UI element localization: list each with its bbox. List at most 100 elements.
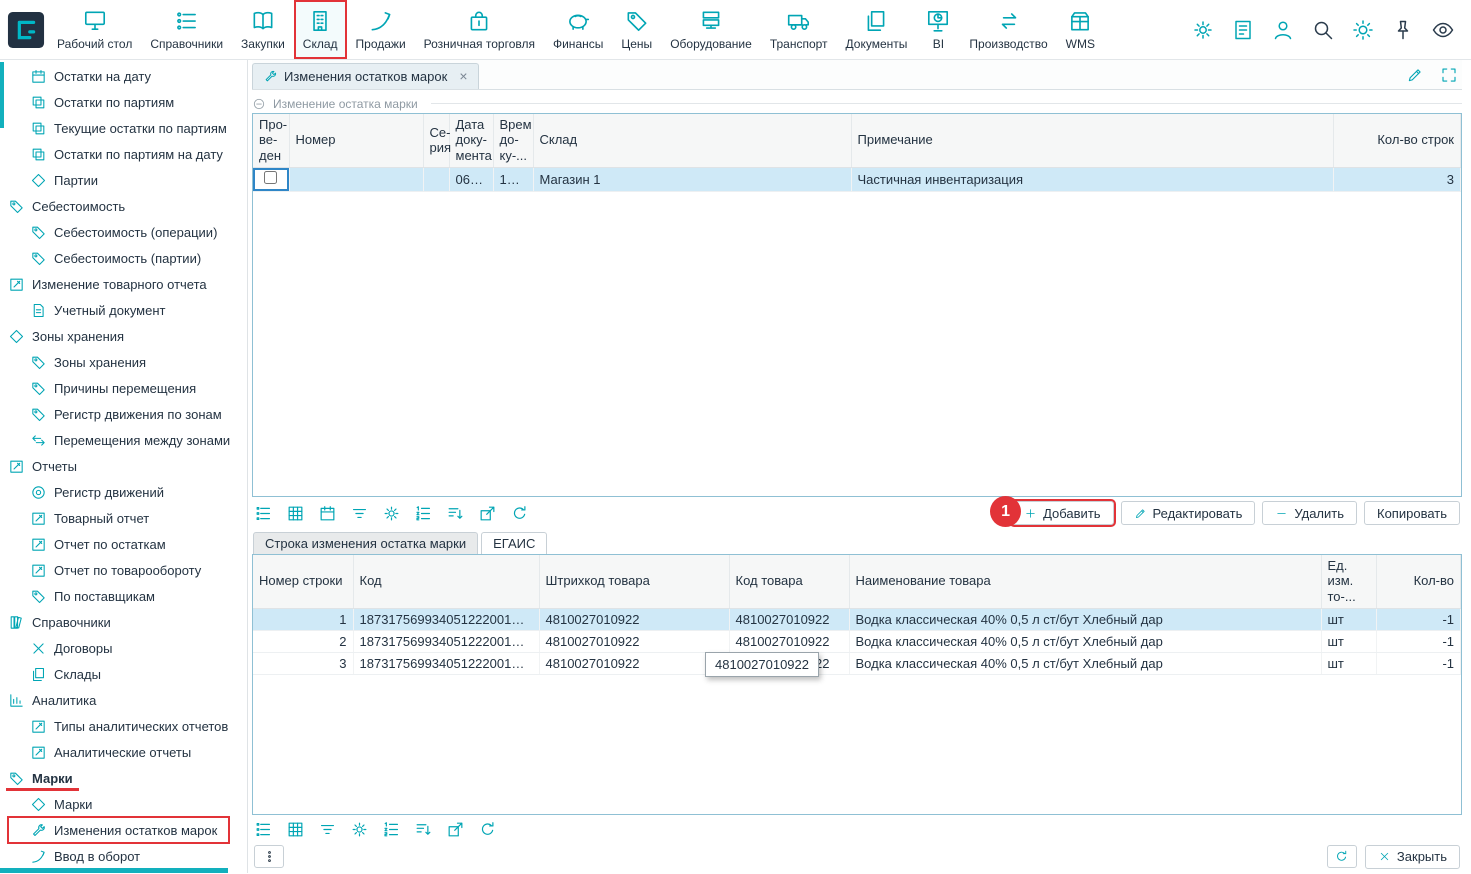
col-header-kolvo-strok[interactable]: Кол-во строк <box>1333 114 1461 167</box>
col-header-naimenovanie[interactable]: Наименование товара <box>849 555 1321 608</box>
numlist-icon[interactable] <box>382 820 401 839</box>
sidebar-item[interactable]: Изменения остатков марок <box>8 817 229 843</box>
sidebar-item[interactable]: Аналитика <box>8 687 247 713</box>
sidebar-item[interactable]: Договоры <box>8 635 247 661</box>
col-header-vremya[interactable]: Врем до- ку-... <box>493 114 533 167</box>
sidebar-item[interactable]: Текущие остатки по партиям <box>8 115 247 141</box>
sidebar-item[interactable]: Отчет по товарообороту <box>8 557 247 583</box>
sidebar-item[interactable]: Себестоимость (операции) <box>8 219 247 245</box>
refresh-icon[interactable] <box>478 820 497 839</box>
more-actions-button[interactable] <box>254 845 284 868</box>
topbar-item[interactable]: Склад <box>294 0 347 59</box>
col-header-ed-izm[interactable]: Ед. изм. то-... <box>1321 555 1376 608</box>
edit-button[interactable]: Редактировать <box>1121 501 1256 525</box>
delete-button[interactable]: Удалить <box>1262 501 1357 525</box>
topbar-item[interactable]: Рабочий стол <box>48 0 141 59</box>
sidebar-item[interactable]: Зоны хранения <box>8 323 247 349</box>
filter-icon[interactable] <box>350 504 369 523</box>
sidebar-item[interactable]: Ввод в оборот <box>8 843 247 869</box>
tab-stroka-izmeneniya[interactable]: Строка изменения остатка марки <box>253 532 478 554</box>
topbar-item[interactable]: Закупки <box>232 0 294 59</box>
topbar-item[interactable]: Справочники <box>141 0 232 59</box>
sidebar-item[interactable]: Марки <box>8 765 79 791</box>
export-icon[interactable] <box>478 504 497 523</box>
refresh-button[interactable] <box>1327 845 1357 868</box>
sidebar-item[interactable]: Марки <box>8 791 247 817</box>
gear-icon[interactable] <box>382 504 401 523</box>
sidebar-item[interactable]: Себестоимость (партии) <box>8 245 247 271</box>
pin-icon[interactable] <box>1391 18 1415 42</box>
app-logo[interactable] <box>4 0 48 59</box>
grid-icon[interactable] <box>286 504 305 523</box>
topbar-item[interactable]: BI <box>916 0 960 59</box>
line-row[interactable]: 2 187317569934051222001SBAV... 481002701… <box>253 630 1461 652</box>
fullscreen-icon[interactable] <box>1440 66 1458 84</box>
sidebar-item[interactable]: Учетный документ <box>8 297 247 323</box>
copy-button[interactable]: Копировать <box>1364 501 1460 525</box>
sidebar-item[interactable]: Остатки по партиям на дату <box>8 141 247 167</box>
gear-icon[interactable] <box>1191 18 1215 42</box>
tab-izmeneniya-ostatkov-marok[interactable]: Изменения остатков марок × <box>252 63 479 89</box>
col-header-kolvo[interactable]: Кол-во <box>1376 555 1461 608</box>
sidebar-item[interactable]: Аналитические отчеты <box>8 739 247 765</box>
note-icon[interactable] <box>1231 18 1255 42</box>
sidebar-item[interactable]: Причины перемещения <box>8 375 247 401</box>
sidebar-item[interactable]: Перемещения между зонами <box>8 427 247 453</box>
close-button[interactable]: Закрыть <box>1365 845 1460 869</box>
topbar-item[interactable]: Цены <box>612 0 661 59</box>
gear-icon[interactable] <box>350 820 369 839</box>
topbar-item[interactable]: Финансы <box>544 0 612 59</box>
sidebar-item[interactable]: Регистр движения по зонам <box>8 401 247 427</box>
tab-egais[interactable]: ЕГАИС <box>481 532 547 554</box>
col-header-kod-tovara[interactable]: Код товара <box>729 555 849 608</box>
topbar-item[interactable]: Транспорт <box>761 0 837 59</box>
viewlist-icon[interactable] <box>254 504 273 523</box>
search-icon[interactable] <box>1311 18 1335 42</box>
collapse-icon[interactable] <box>252 97 266 111</box>
line-row[interactable]: 1 187317569934051222001SBAV... 481002701… <box>253 608 1461 630</box>
col-header-sklad[interactable]: Склад <box>533 114 851 167</box>
document-row[interactable]: 06.12.24 12:00 Магазин 1 Частичная инвен… <box>253 167 1461 191</box>
sidebar-item[interactable]: По поставщикам <box>8 583 247 609</box>
col-header-shtrihkod[interactable]: Штрихкод товара <box>539 555 729 608</box>
col-header-proveden[interactable]: Про- ве- ден <box>253 114 289 167</box>
topbar-item[interactable]: WMS <box>1057 0 1104 59</box>
filter-icon[interactable] <box>318 820 337 839</box>
sidebar-item[interactable]: Изменение товарного отчета <box>8 271 247 297</box>
refresh-icon[interactable] <box>510 504 529 523</box>
sidebar-item[interactable]: Товарный отчет <box>8 505 247 531</box>
add-button[interactable]: 1 Добавить <box>1011 501 1113 525</box>
proveden-checkbox[interactable] <box>264 171 277 184</box>
sidebar-item[interactable]: Себестоимость <box>8 193 247 219</box>
sidebar-item[interactable]: Отчет по остаткам <box>8 531 247 557</box>
sun-icon[interactable] <box>1351 18 1375 42</box>
edit-mode-icon[interactable] <box>1406 66 1424 84</box>
sidebar-item[interactable]: Типы аналитических отчетов <box>8 713 247 739</box>
grid-icon[interactable] <box>286 820 305 839</box>
topbar-item[interactable]: Документы <box>837 0 917 59</box>
sidebar-item[interactable]: Остатки по партиям <box>8 89 247 115</box>
col-header-nomer[interactable]: Номер <box>289 114 423 167</box>
sidebar-item[interactable]: Зоны хранения <box>8 349 247 375</box>
viewlist-icon[interactable] <box>254 820 273 839</box>
sidebar-item[interactable]: Справочники <box>8 609 247 635</box>
eye-icon[interactable] <box>1431 18 1455 42</box>
sidebar-item[interactable]: Остатки на дату <box>8 63 247 89</box>
sortlines-icon[interactable] <box>446 504 465 523</box>
sidebar-item[interactable]: Склады <box>8 661 247 687</box>
col-header-seriya[interactable]: Се- рия <box>423 114 449 167</box>
topbar-item[interactable]: Розничная торговля <box>415 0 544 59</box>
sortlines-icon[interactable] <box>414 820 433 839</box>
sidebar-item[interactable]: Отчеты <box>8 453 247 479</box>
col-header-nomer-stroki[interactable]: Номер строки <box>253 555 353 608</box>
user-icon[interactable] <box>1271 18 1295 42</box>
sidebar-item[interactable]: Партии <box>8 167 247 193</box>
topbar-item[interactable]: Оборудование <box>661 0 761 59</box>
col-header-data[interactable]: Дата доку- мента <box>449 114 493 167</box>
export-icon[interactable] <box>446 820 465 839</box>
sidebar-vertical-scrollbar[interactable] <box>0 62 4 128</box>
sidebar-item[interactable]: Регистр движений <box>8 479 247 505</box>
line-row[interactable]: 3 187317569934051222001SBAV... 481002701… <box>253 652 1461 674</box>
topbar-item[interactable]: Продажи <box>347 0 415 59</box>
tab-close-icon[interactable]: × <box>459 68 467 84</box>
